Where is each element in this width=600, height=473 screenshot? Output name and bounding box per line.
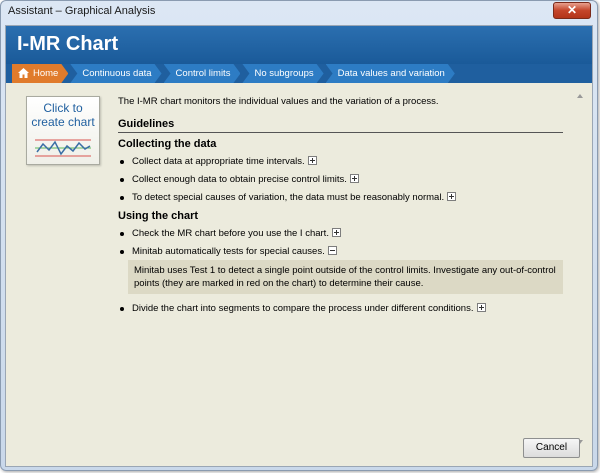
breadcrumb-label: No subgroups [254, 68, 314, 79]
breadcrumb-no-subgroups[interactable]: No subgroups [242, 64, 323, 83]
create-chart-line2: create chart [31, 115, 95, 129]
window-titlebar: Assistant – Graphical Analysis ✕ [1, 1, 597, 23]
breadcrumb-label: Control limits [175, 68, 231, 79]
list-item-text: Collect enough data to obtain precise co… [132, 174, 347, 185]
expand-icon[interactable] [331, 228, 341, 237]
breadcrumb-label: Continuous data [82, 68, 152, 79]
home-icon [18, 68, 29, 78]
list-item: Collect data at appropriate time interva… [118, 156, 563, 167]
create-chart-button[interactable]: Click to create chart [26, 96, 100, 165]
list-item: Collect enough data to obtain precise co… [118, 174, 563, 185]
intro-text: The I-MR chart monitors the individual v… [118, 96, 439, 107]
page-header: I-MR Chart [6, 26, 592, 64]
chart-thumbnail-icon [35, 139, 91, 157]
breadcrumb-continuous-data[interactable]: Continuous data [70, 64, 161, 83]
list-item-text: Collect data at appropriate time interva… [132, 156, 305, 167]
breadcrumb-data-values[interactable]: Data values and variation [326, 64, 455, 83]
list-item-text: Minitab automatically tests for special … [132, 246, 325, 257]
create-chart-line1: Click to [43, 101, 83, 115]
breadcrumb-control-limits[interactable]: Control limits [164, 64, 241, 83]
list-item: Check the MR chart before you use the I … [118, 228, 563, 239]
assistant-window: Assistant – Graphical Analysis ✕ I-MR Ch… [0, 0, 598, 471]
collecting-data-list: Collect data at appropriate time interva… [118, 156, 563, 203]
using-chart-heading: Using the chart [118, 210, 199, 222]
using-chart-list-cont: Divide the chart into segments to compar… [118, 303, 563, 314]
window-title: Assistant – Graphical Analysis [8, 5, 156, 17]
list-item-text: Check the MR chart before you use the I … [132, 228, 329, 239]
breadcrumb-home[interactable]: Home [12, 64, 68, 83]
list-item-text: Divide the chart into segments to compar… [132, 303, 474, 314]
close-button[interactable]: ✕ [553, 2, 591, 19]
collecting-data-heading: Collecting the data [118, 138, 217, 150]
breadcrumb: Home Continuous data Control limits No s… [6, 64, 592, 83]
page-title: I-MR Chart [17, 33, 119, 55]
collapse-icon[interactable] [327, 246, 337, 255]
breadcrumb-label: Data values and variation [337, 68, 445, 79]
expand-icon[interactable] [307, 156, 317, 165]
vertical-scrollbar[interactable] [575, 94, 585, 444]
list-item: Minitab automatically tests for special … [118, 246, 563, 257]
content-area: I-MR Chart Home Continuous data Control … [5, 25, 593, 467]
expand-icon[interactable] [476, 303, 486, 312]
expand-icon[interactable] [447, 192, 457, 201]
list-item: Divide the chart into segments to compar… [118, 303, 563, 314]
breadcrumb-label: Home [33, 68, 59, 79]
list-item: To detect special causes of variation, t… [118, 192, 563, 203]
scroll-up-icon[interactable] [577, 94, 583, 98]
using-chart-list: Check the MR chart before you use the I … [118, 228, 563, 257]
guidelines-panel: The I-MR chart monitors the individual v… [118, 96, 563, 321]
cancel-button[interactable]: Cancel [523, 438, 580, 458]
expanded-detail: Minitab uses Test 1 to detect a single p… [128, 260, 563, 294]
list-item-text: To detect special causes of variation, t… [132, 192, 445, 203]
guidelines-heading: Guidelines [118, 118, 563, 133]
expand-icon[interactable] [349, 174, 359, 183]
